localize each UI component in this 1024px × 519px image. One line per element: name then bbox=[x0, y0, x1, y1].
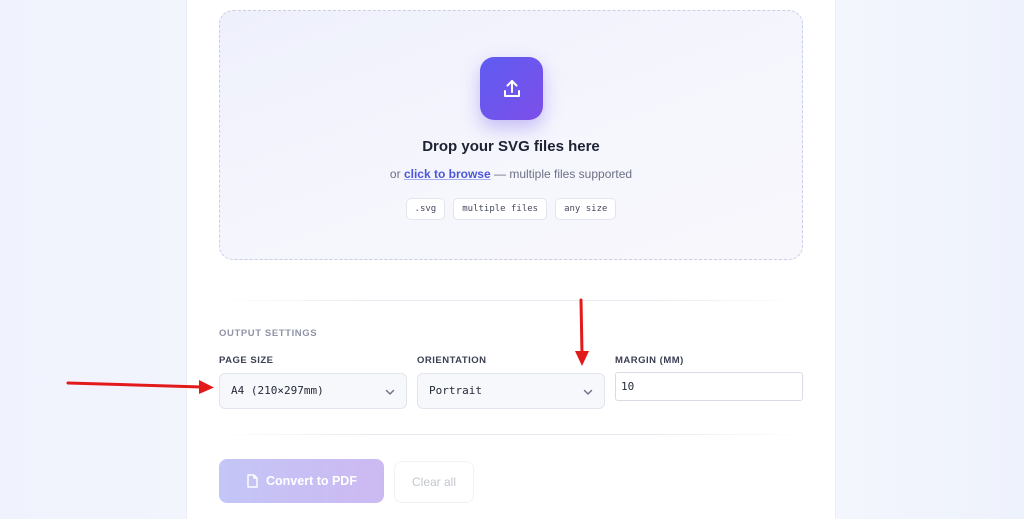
clear-button-label: Clear all bbox=[411, 475, 456, 489]
orientation-value: Portrait bbox=[429, 384, 482, 397]
file-icon bbox=[247, 474, 258, 488]
page-background-right bbox=[835, 0, 1024, 519]
dropzone-sub-prefix: or bbox=[389, 167, 401, 181]
upload-icon-tile[interactable] bbox=[480, 57, 543, 120]
convert-to-pdf-button[interactable]: Convert to PDF bbox=[219, 459, 384, 503]
dropzone-subtitle: or click to browse — multiple files supp… bbox=[219, 167, 803, 181]
chip-any-size: any size bbox=[555, 198, 617, 220]
page-size-label: PAGE SIZE bbox=[219, 355, 274, 366]
browse-link[interactable]: click to browse bbox=[404, 167, 491, 181]
annotation-arrow-down bbox=[575, 298, 589, 366]
chip-svg: .svg bbox=[405, 198, 446, 220]
convert-button-label: Convert to PDF bbox=[266, 474, 357, 488]
upload-icon bbox=[503, 79, 520, 97]
divider bbox=[219, 434, 803, 435]
chevron-down-icon bbox=[583, 389, 593, 395]
annotation-arrow-right bbox=[66, 380, 214, 394]
orientation-select[interactable]: Portrait bbox=[417, 373, 605, 409]
chip-multiple-files: multiple files bbox=[453, 198, 548, 220]
page-background-left bbox=[0, 0, 187, 519]
margin-input[interactable]: 10 bbox=[615, 372, 803, 401]
page-size-value: A4 (210×297mm) bbox=[231, 384, 324, 397]
clear-all-button[interactable]: Clear all bbox=[394, 461, 474, 503]
chevron-down-icon bbox=[385, 389, 395, 395]
format-chips: .svg multiple files any size bbox=[219, 198, 803, 220]
dropzone-sub-suffix: — multiple files supported bbox=[493, 167, 633, 181]
orientation-label: ORIENTATION bbox=[417, 355, 487, 366]
output-settings-heading: OUTPUT SETTINGS bbox=[219, 328, 318, 339]
dropzone-title: Drop your SVG files here bbox=[422, 138, 600, 155]
divider bbox=[219, 300, 803, 301]
margin-label: MARGIN (MM) bbox=[615, 355, 684, 366]
page-size-select[interactable]: A4 (210×297mm) bbox=[219, 373, 407, 409]
file-dropzone[interactable] bbox=[219, 10, 803, 260]
